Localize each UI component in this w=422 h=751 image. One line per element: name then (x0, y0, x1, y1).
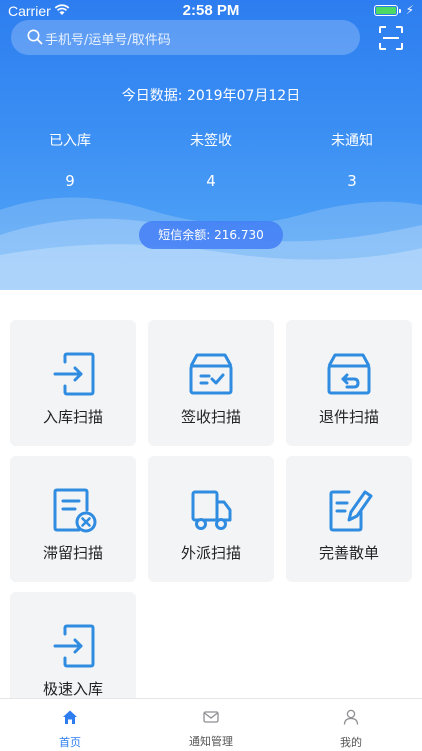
tile-label: 外派扫描 (180, 544, 241, 562)
tab-label: 通知管理 (189, 735, 233, 748)
tab-mine[interactable]: 我的 (301, 709, 401, 750)
tile-label: 滞留扫描 (42, 544, 103, 562)
tile-dispatch-scan[interactable]: 外派扫描 (148, 456, 274, 582)
tab-notifications[interactable]: 通知管理 (161, 709, 261, 749)
tile-stranded-scan[interactable]: 滞留扫描 (10, 456, 136, 582)
stat-label: 未签收 (190, 133, 232, 149)
status-bar: Carrier 2:58 PM ⚡ (0, 0, 422, 22)
stat-label: 未通知 (331, 133, 373, 149)
header-banner: Carrier 2:58 PM ⚡ 手机号/运单号/取件码 今日数据: 2019… (0, 0, 422, 290)
fast-inbound-icon (53, 624, 95, 668)
home-icon (63, 710, 77, 724)
tile-label: 完善散单 (318, 544, 379, 562)
charging-icon: ⚡ (405, 3, 414, 17)
clock: 2:58 PM (182, 2, 240, 19)
battery-icon (374, 5, 401, 16)
stranded-scan-icon (53, 488, 97, 533)
search-placeholder: 手机号/运单号/取件码 (45, 33, 171, 48)
search-input[interactable]: 手机号/运单号/取件码 (11, 20, 360, 55)
tab-label: 首页 (59, 736, 81, 749)
stat-label: 已入库 (49, 133, 91, 149)
tile-label: 极速入库 (42, 680, 103, 698)
sms-balance-badge[interactable]: 短信余额: 216.730 (139, 221, 283, 249)
scan-icon[interactable] (378, 25, 404, 51)
tile-sign-scan[interactable]: 签收扫描 (148, 320, 274, 446)
search-icon (27, 29, 43, 45)
tile-label: 签收扫描 (180, 408, 241, 426)
mail-icon (203, 711, 219, 723)
today-date: 今日数据: 2019年07月12日 (121, 88, 301, 104)
return-scan-icon (327, 353, 371, 395)
tile-complete-waybill[interactable]: 完善散单 (286, 456, 412, 582)
tile-label: 入库扫描 (42, 408, 103, 426)
user-icon (343, 709, 359, 725)
inbound-scan-icon (53, 352, 95, 396)
tile-return-scan[interactable]: 退件扫描 (286, 320, 412, 446)
dispatch-truck-icon (191, 490, 232, 530)
tab-bar: 首页 通知管理 我的 (0, 698, 422, 751)
sign-scan-icon (189, 353, 233, 395)
tab-home[interactable]: 首页 (20, 709, 120, 750)
tile-label: 退件扫描 (318, 408, 379, 426)
tile-inbound-scan[interactable]: 入库扫描 (10, 320, 136, 446)
edit-document-icon (329, 490, 373, 532)
tab-label: 我的 (340, 736, 362, 749)
